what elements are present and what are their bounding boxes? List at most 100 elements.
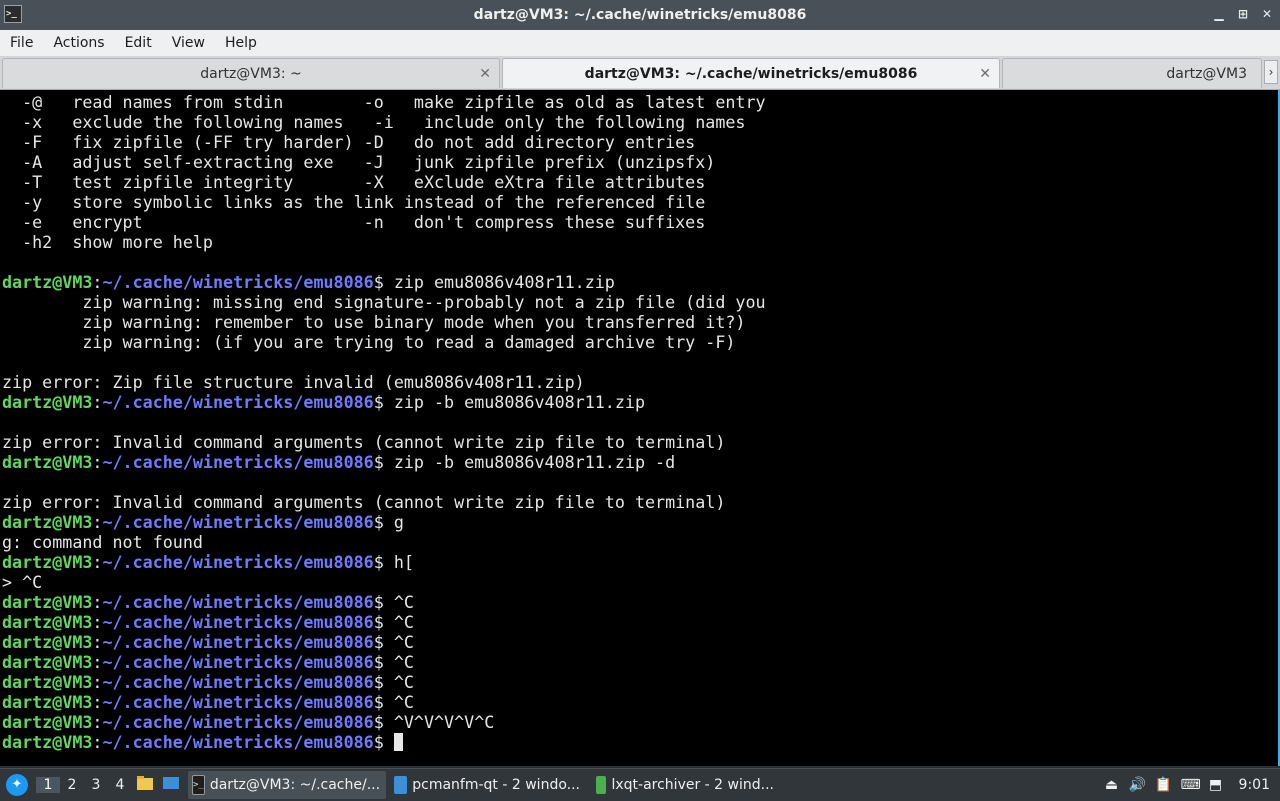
minimize-button[interactable]: ▁ (1212, 6, 1226, 22)
output-text: zip warning: remember to use binary mode… (2, 312, 746, 332)
output-text: -x exclude the following names -i includ… (2, 112, 746, 132)
output-text: -e encrypt -n don't compress these suffi… (2, 212, 706, 232)
menu-view[interactable]: View (162, 35, 215, 51)
network-icon[interactable]: ⬒ (1207, 777, 1225, 793)
prompt-line: dartz@VM3:~/.cache/winetricks/emu8086$ z… (2, 392, 766, 412)
prompt-symbol: $ (373, 732, 394, 752)
prompt-line: dartz@VM3:~/.cache/winetricks/emu8086$ z… (2, 452, 766, 472)
prompt-symbol: $ (373, 672, 394, 692)
command-text: zip -b emu8086v408r11.zip -d (393, 452, 676, 472)
prompt-path: ~/.cache/winetricks/emu8086 (102, 592, 374, 612)
output-text: -@ read names from stdin -o make zipfile… (2, 92, 766, 112)
taskbar: ✦ 1 2 3 4 >_ dartz@VM3: ~/.cache/... pcm… (0, 768, 1280, 801)
prompt-path: ~/.cache/winetricks/emu8086 (102, 732, 374, 752)
window-titlebar: >_ dartz@VM3: ~/.cache/winetricks/emu808… (0, 0, 1280, 30)
maximize-button[interactable]: ⊞ (1236, 6, 1250, 22)
menu-edit[interactable]: Edit (115, 35, 162, 51)
volume-icon[interactable]: 🔊 (1129, 777, 1147, 793)
prompt-user: dartz@VM3 (2, 552, 93, 572)
window-title: dartz@VM3: ~/.cache/winetricks/emu8086 (473, 7, 807, 23)
show-desktop-icon[interactable] (160, 775, 182, 795)
prompt-line: dartz@VM3:~/.cache/winetricks/emu8086$ h… (2, 552, 766, 572)
prompt-symbol: $ (373, 692, 394, 712)
prompt-separator: : (92, 592, 103, 612)
prompt-symbol: $ (373, 452, 394, 472)
output-line: -@ read names from stdin -o make zipfile… (2, 92, 766, 112)
command-text: g (393, 512, 404, 532)
prompt-line: dartz@VM3:~/.cache/winetricks/emu8086$ ^… (2, 692, 766, 712)
desktop-2-button[interactable]: 2 (60, 777, 84, 793)
prompt-path: ~/.cache/winetricks/emu8086 (102, 272, 374, 292)
close-tab-icon[interactable]: ✕ (479, 66, 491, 82)
command-text: ^C (393, 672, 414, 692)
output-line: zip error: Invalid command arguments (ca… (2, 492, 766, 512)
prompt-user: dartz@VM3 (2, 592, 93, 612)
prompt-path: ~/.cache/winetricks/emu8086 (102, 452, 374, 472)
prompt-symbol: $ (373, 392, 394, 412)
prompt-symbol: $ (373, 612, 394, 632)
task-label: dartz@VM3: ~/.cache/... (209, 777, 381, 793)
desktop-switcher: 1 2 3 4 (36, 777, 132, 793)
tab-home[interactable]: dartz@VM3: ~ ✕ (2, 58, 500, 88)
command-text: ^V^V^V^V^C (393, 712, 495, 732)
terminal-output[interactable]: -@ read names from stdin -o make zipfile… (0, 90, 1280, 766)
prompt-separator: : (92, 672, 103, 692)
clock[interactable]: 9:01 (1239, 777, 1270, 793)
terminal-icon: >_ (192, 775, 205, 795)
text-cursor (393, 733, 403, 751)
prompt-line: dartz@VM3:~/.cache/winetricks/emu8086$ g (2, 512, 766, 532)
output-text: zip warning: missing end signature--prob… (2, 292, 766, 312)
command-text: ^C (393, 592, 414, 612)
prompt-separator: : (92, 552, 103, 572)
close-tab-icon[interactable]: ✕ (979, 66, 991, 82)
prompt-line: dartz@VM3:~/.cache/winetricks/emu8086$ ^… (2, 592, 766, 612)
command-text: zip emu8086v408r11.zip (393, 272, 615, 292)
desktop-3-button[interactable]: 3 (84, 777, 108, 793)
prompt-separator: : (92, 632, 103, 652)
prompt-user: dartz@VM3 (2, 732, 93, 752)
output-line: -F fix zipfile (-FF try harder) -D do no… (2, 132, 766, 152)
file-manager-icon[interactable] (134, 775, 156, 795)
task-pcmanfm[interactable]: pcmanfm-qt - 2 windo... (390, 771, 588, 799)
prompt-path: ~/.cache/winetricks/emu8086 (102, 612, 374, 632)
prompt-user: dartz@VM3 (2, 512, 93, 532)
command-text: ^C (393, 612, 414, 632)
clipboard-icon[interactable]: 📋 (1155, 777, 1173, 793)
prompt-user: dartz@VM3 (2, 692, 93, 712)
prompt-path: ~/.cache/winetricks/emu8086 (102, 712, 374, 732)
prompt-separator: : (92, 452, 103, 472)
prompt-line: dartz@VM3:~/.cache/winetricks/emu8086$ ^… (2, 612, 766, 632)
output-text: -T test zipfile integrity -X eXclude eXt… (2, 172, 706, 192)
prompt-symbol: $ (373, 712, 394, 732)
output-text: > ^C (2, 572, 43, 592)
start-menu-button[interactable]: ✦ (6, 774, 28, 796)
menu-file[interactable]: File (0, 35, 43, 51)
tab-scroll-right-button[interactable]: › (1264, 60, 1278, 84)
task-label: lxqt-archiver - 2 wind... (611, 777, 774, 793)
task-terminal[interactable]: >_ dartz@VM3: ~/.cache/... (188, 771, 386, 799)
prompt-path: ~/.cache/winetricks/emu8086 (102, 512, 374, 532)
prompt-user: dartz@VM3 (2, 712, 93, 732)
output-line: > ^C (2, 572, 766, 592)
desktop-4-button[interactable]: 4 (108, 777, 132, 793)
menu-help[interactable]: Help (215, 35, 267, 51)
keyboard-icon[interactable]: ⌨ (1181, 777, 1201, 793)
output-text: -h2 show more help (2, 232, 213, 252)
task-archiver[interactable]: lxqt-archiver - 2 wind... (592, 771, 782, 799)
prompt-user: dartz@VM3 (2, 652, 93, 672)
menu-bar: File Actions Edit View Help (0, 30, 1280, 56)
close-button[interactable]: ✕ (1260, 6, 1274, 22)
menu-actions[interactable]: Actions (43, 35, 114, 51)
prompt-path: ~/.cache/winetricks/emu8086 (102, 552, 374, 572)
prompt-path: ~/.cache/winetricks/emu8086 (102, 392, 374, 412)
removable-media-icon[interactable]: ⏏ (1103, 777, 1121, 793)
prompt-symbol: $ (373, 552, 394, 572)
tab-emu8086[interactable]: dartz@VM3: ~/.cache/winetricks/emu8086 ✕ (502, 58, 1000, 88)
output-line: zip error: Zip file structure invalid (e… (2, 372, 766, 392)
terminal-lines: -@ read names from stdin -o make zipfile… (2, 92, 766, 752)
prompt-separator: : (92, 612, 103, 632)
tab-third[interactable]: dartz@VM3 (1002, 58, 1262, 88)
system-tray: ⏏ 🔊 📋 ⌨ ⬒ 9:01 (1103, 777, 1280, 793)
desktop-1-button[interactable]: 1 (36, 777, 60, 793)
prompt-symbol: $ (373, 512, 394, 532)
